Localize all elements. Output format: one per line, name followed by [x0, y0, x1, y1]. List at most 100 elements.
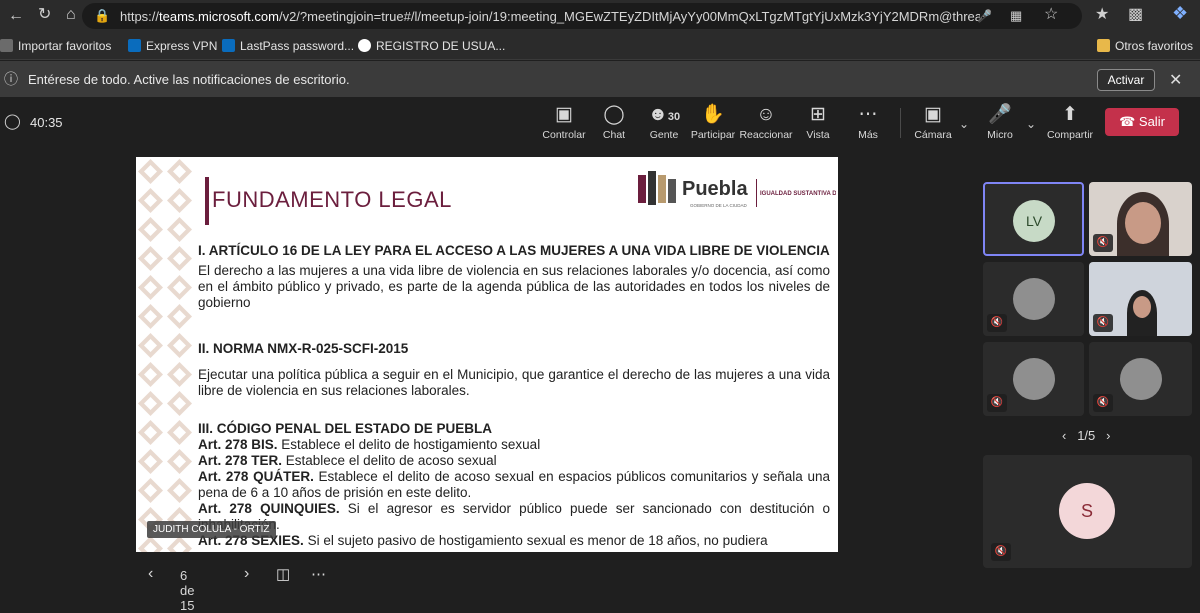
- chevron-right-icon[interactable]: ›: [1106, 428, 1110, 443]
- chevron-down-icon[interactable]: ⌄: [959, 116, 969, 132]
- bookmarks-bar: Importar favoritos Express VPN LastPass …: [0, 32, 1200, 60]
- more-icon[interactable]: ⋯: [311, 565, 326, 583]
- more-button[interactable]: ⋯ Más: [838, 103, 898, 141]
- address-bar[interactable]: 🔒 https://teams.microsoft.com/v2/?meetin…: [82, 3, 1082, 29]
- person-icon: [1120, 358, 1162, 400]
- folder-icon: [1097, 39, 1110, 52]
- chevron-left-icon[interactable]: ‹: [1062, 428, 1066, 443]
- person-icon: [1013, 358, 1055, 400]
- mic-off-icon: 🔇: [1093, 394, 1113, 412]
- meeting-timer: 40:35: [30, 115, 63, 130]
- favorites-icon[interactable]: ★: [1095, 7, 1109, 23]
- puebla-logo: Puebla GOBIERNO DE LA CIUDAD IGUALDAD SU…: [638, 171, 836, 208]
- mic-off-icon: 🎤: [988, 104, 1012, 125]
- next-slide-icon[interactable]: ›: [244, 565, 249, 583]
- mic-button[interactable]: 🎤 Micro: [970, 103, 1030, 141]
- mic-off-icon: 🔇: [1093, 234, 1113, 252]
- activate-button[interactable]: Activar: [1097, 69, 1155, 91]
- back-icon[interactable]: ←: [8, 8, 24, 24]
- raise-hand-icon: ✋: [701, 104, 725, 125]
- leave-button[interactable]: ☎ Salir: [1105, 108, 1179, 136]
- notification-text: Entérese de todo. Active las notificacio…: [28, 72, 350, 87]
- section-3: III. CÓDIGO PENAL DEL ESTADO DE PUEBLA A…: [198, 421, 830, 549]
- mic-off-icon: 🔇: [991, 543, 1011, 561]
- section-2-text: Ejecutar una política pública a seguir e…: [198, 367, 830, 398]
- notification-bar: ⓘ Entérese de todo. Active las notificac…: [0, 61, 1200, 97]
- svg-text:GOBIERNO DE LA CIUDAD: GOBIERNO DE LA CIUDAD: [690, 203, 748, 208]
- slide-title: FUNDAMENTO LEGAL: [212, 187, 452, 212]
- other-favorites[interactable]: Otros favoritos: [1097, 39, 1193, 53]
- info-icon: ⓘ: [4, 71, 18, 87]
- react-button[interactable]: ☺ Reaccionar: [736, 103, 796, 141]
- svg-text:IGUALDAD SUSTANTIVA DE GÉNERO: IGUALDAD SUSTANTIVA DE GÉNERO: [760, 189, 836, 197]
- collections-icon[interactable]: ▩: [1128, 7, 1143, 23]
- title-accent: [205, 177, 209, 225]
- browser-toolbar: ← ↻ ⌂ 🔒 https://teams.microsoft.com/v2/?…: [0, 0, 1200, 32]
- participant-tile[interactable]: 🔇: [983, 342, 1084, 416]
- shared-slide: FUNDAMENTO LEGAL Puebla GOBIERNO DE LA C…: [136, 157, 838, 552]
- chevron-down-icon[interactable]: ⌄: [1026, 116, 1036, 132]
- slides-overview-icon[interactable]: ◫: [276, 565, 290, 583]
- svg-text:Puebla: Puebla: [682, 178, 748, 200]
- camera-off-icon: ▣: [924, 104, 942, 125]
- participant-tile[interactable]: LV: [983, 182, 1084, 256]
- previous-slide-icon[interactable]: ‹: [148, 565, 153, 583]
- lock-icon[interactable]: 🔒: [94, 8, 110, 24]
- mic-off-icon: 🔇: [1093, 314, 1113, 332]
- people-icon: ☻: [647, 104, 668, 125]
- mic-icon[interactable]: 🎤: [977, 8, 992, 24]
- person-icon: [1013, 278, 1055, 320]
- hp-icon: [128, 39, 141, 52]
- bookmark-item[interactable]: LastPass password...: [222, 39, 354, 53]
- section-1-text: El derecho a las mujeres a una vida libr…: [198, 263, 830, 310]
- bookmark-item[interactable]: REGISTRO DE USUA...: [358, 39, 505, 53]
- decorative-pattern: [136, 157, 194, 552]
- bookmark-item[interactable]: Importar favoritos: [0, 39, 111, 53]
- copilot-icon[interactable]: ❖: [1172, 4, 1188, 22]
- participant-tile[interactable]: 🔇: [983, 262, 1084, 336]
- favorite-icon[interactable]: ☆: [1044, 7, 1058, 23]
- article-line: Art. 278 SEXIES. Si el sujeto pasivo de …: [198, 533, 768, 548]
- smile-icon: ☺: [756, 104, 776, 125]
- share-button[interactable]: ⬆ Compartir: [1040, 103, 1100, 141]
- page-indicator: 6 de 15: [180, 568, 195, 613]
- participant-tile[interactable]: S 🔇: [983, 455, 1192, 568]
- google-icon: [358, 39, 371, 52]
- section-2-heading: II. NORMA NMX-R-025-SCFI-2015: [198, 341, 409, 356]
- people-count: 30: [667, 111, 681, 123]
- import-icon: [0, 39, 13, 52]
- section-1: I. ARTÍCULO 16 DE LA LEY PARA EL ACCESO …: [198, 243, 830, 311]
- article-line: Art. 278 TER. Establece el delito de aco…: [198, 453, 497, 468]
- shield-icon: ◯: [4, 113, 21, 130]
- raise-hand-button[interactable]: ✋ Participar: [683, 103, 743, 141]
- avatar: S: [1059, 483, 1115, 539]
- article-line: Art. 278 QUINQUIES. Si el agresor es ser…: [198, 501, 830, 532]
- bookmark-item[interactable]: Express VPN: [128, 39, 217, 53]
- camera-button[interactable]: ▣ Cámara: [903, 103, 963, 141]
- mic-off-icon: 🔇: [987, 314, 1007, 332]
- participant-video-tile[interactable]: 🔇: [1089, 182, 1192, 256]
- toolbar-divider: [900, 108, 901, 138]
- participant-video-tile[interactable]: 🔇: [1089, 262, 1192, 336]
- section-2: II. NORMA NMX-R-025-SCFI-2015 Ejecutar u…: [198, 341, 830, 399]
- participant-pager: ‹ 1/5 ›: [1062, 428, 1110, 443]
- avatar: LV: [1013, 200, 1055, 242]
- section-3-heading: III. CÓDIGO PENAL DEL ESTADO DE PUEBLA: [198, 421, 493, 436]
- meeting-toolbar: ◯ 40:35 ▣ Controlar ◯ Chat ☻30 Gente ✋ P…: [0, 98, 1200, 148]
- participant-face: [1133, 296, 1151, 318]
- section-1-heading: I. ARTÍCULO 16 DE LA LEY PARA EL ACCESO …: [198, 243, 830, 258]
- participant-tile[interactable]: 🔇: [1089, 342, 1192, 416]
- article-line: Art. 278 QUÁTER. Establece el delito de …: [198, 469, 831, 500]
- mic-off-icon: 🔇: [987, 394, 1007, 412]
- home-icon[interactable]: ⌂: [66, 7, 76, 23]
- pager-text: 1/5: [1077, 428, 1096, 443]
- close-icon[interactable]: ✕: [1169, 70, 1182, 90]
- article-line: Art. 278 BIS. Establece el delito de hos…: [198, 437, 541, 452]
- apps-icon[interactable]: ▦: [1010, 8, 1022, 24]
- phone-icon: ☎: [1119, 114, 1136, 129]
- url-text[interactable]: https://teams.microsoft.com/v2/?meetingj…: [120, 9, 980, 24]
- share-icon: ⬆: [1062, 104, 1078, 125]
- reload-icon[interactable]: ↻: [38, 7, 51, 23]
- participant-face: [1125, 202, 1161, 244]
- presenter-name-tag: JUDITH COLULA - ORTIZ: [147, 521, 276, 538]
